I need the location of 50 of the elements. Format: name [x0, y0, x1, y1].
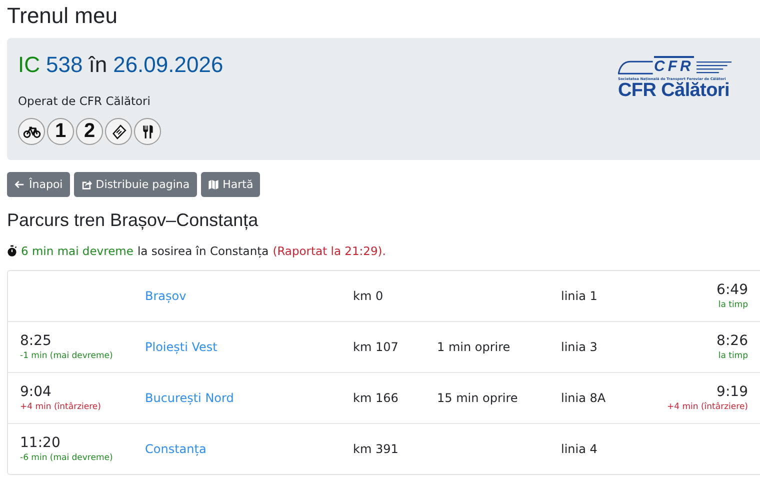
arrival-delay: -1 min (mai devreme) [20, 351, 114, 361]
train-outline-icon [618, 58, 654, 76]
logo-name: CFR Călători [618, 81, 730, 101]
arrow-left-icon [14, 179, 25, 190]
action-button[interactable]: Înapoi [7, 172, 70, 197]
train-category: IC [18, 52, 40, 78]
distance-text: km 107 [353, 340, 398, 354]
action-button[interactable]: Distribuie pagina [74, 172, 197, 197]
arrival-time: 9:04 [20, 384, 52, 400]
page-title: Trenul meu [7, 2, 118, 30]
departure-delay: +4 min (întârziere) [667, 402, 748, 412]
departure-delay: la timp [718, 300, 748, 310]
departure-delay: la timp [718, 351, 748, 361]
ticket-icon [110, 124, 128, 140]
arrival-delay: +4 min (întârziere) [20, 402, 102, 412]
class-badge: 2 [76, 118, 103, 145]
logo-mark: CFR [654, 56, 694, 76]
departure-time: 9:19 [716, 384, 748, 400]
operator-text: Operat de CFR Călători [18, 94, 152, 108]
platform-text: linia 3 [561, 340, 598, 354]
arrival-delay: -6 min (mai devreme) [20, 453, 114, 463]
stopwatch-icon [7, 245, 17, 257]
share-icon [80, 179, 92, 190]
action-button[interactable]: Hartă [200, 172, 260, 197]
platform-text: linia 1 [561, 289, 598, 303]
platform-text: linia 4 [561, 442, 598, 456]
reported-time: (Raportat la 21:29). [272, 244, 386, 258]
departure-time: 6:49 [716, 282, 748, 298]
arrival-text: la sosirea în Constanța [137, 244, 269, 258]
arrival-time: 11:20 [20, 435, 62, 451]
connector-text: în [88, 52, 108, 78]
delay-text: 6 min mai devreme [21, 244, 134, 258]
arrival-time: 8:25 [20, 333, 52, 349]
station-link[interactable]: Constanța [145, 442, 353, 456]
distance-text: km 0 [353, 289, 384, 303]
speed-lines-icon [694, 60, 734, 74]
map-icon [208, 179, 219, 190]
platform-text: linia 8A [561, 391, 606, 405]
route-heading: Parcurs tren Brașov–Constanța [7, 210, 260, 231]
train-date: 26.09.2026 [113, 52, 224, 78]
station-link[interactable]: Ploiești Vest [145, 340, 353, 354]
distance-text: km 391 [353, 442, 398, 456]
stop-duration: 15 min oprire [437, 391, 518, 405]
stop-duration: 1 min oprire [437, 340, 510, 354]
station-link[interactable]: București Nord [145, 391, 353, 405]
station-link[interactable]: Brașov [145, 289, 353, 303]
class-badge: 1 [47, 118, 74, 145]
train-number: 538 [46, 52, 83, 78]
distance-text: km 166 [353, 391, 398, 405]
departure-time: 8:26 [716, 333, 748, 349]
